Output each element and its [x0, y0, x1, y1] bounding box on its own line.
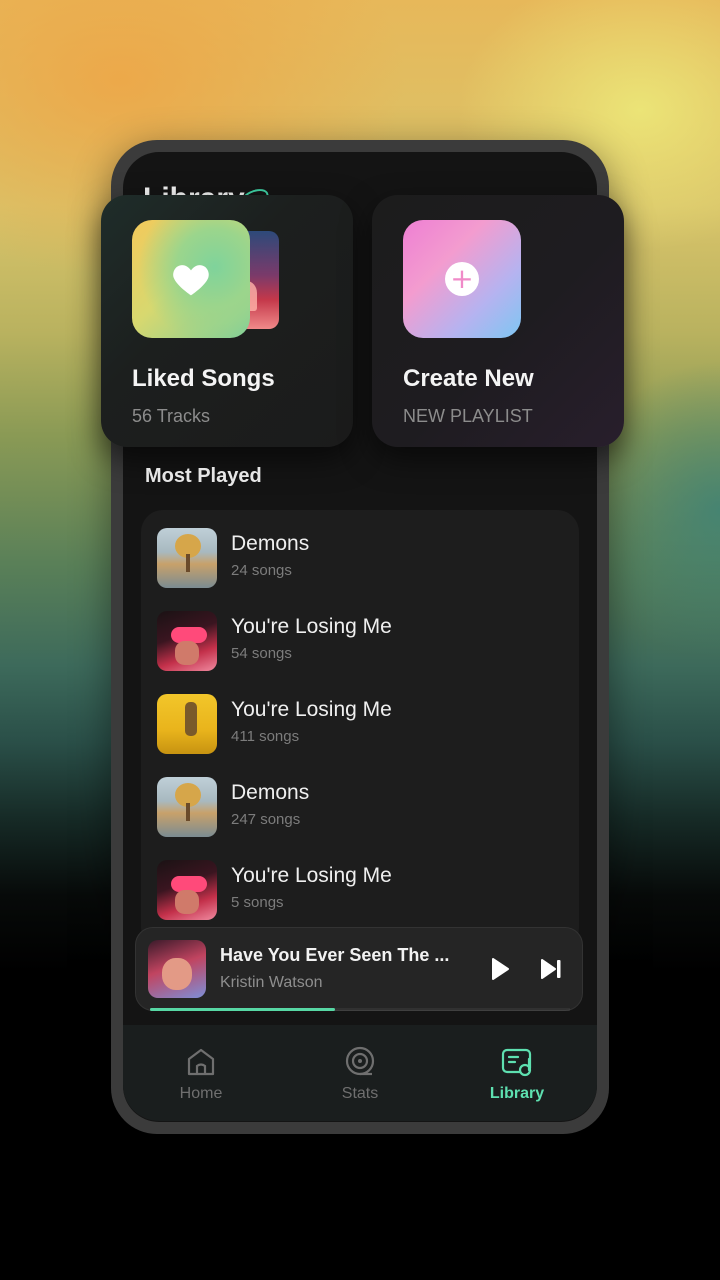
list-item[interactable]: You're Losing Me 5 songs — [157, 860, 557, 922]
now-playing-title: Have You Ever Seen The ... — [220, 945, 450, 965]
album-thumbnail — [157, 860, 217, 920]
track-song-count: 247 songs — [231, 811, 301, 828]
playback-progress-bar[interactable] — [150, 1008, 570, 1011]
play-button[interactable] — [488, 956, 512, 982]
home-icon — [187, 1048, 215, 1076]
playback-progress-fill — [150, 1008, 335, 1011]
nav-item-library[interactable]: Library — [457, 1025, 577, 1121]
track-song-count: 411 songs — [231, 728, 300, 745]
liked-songs-cover — [132, 220, 250, 338]
now-playing-artist: Kristin Watson — [220, 974, 323, 991]
track-song-count: 5 songs — [231, 894, 284, 911]
liked-songs-title: Liked Songs — [132, 365, 275, 392]
most-played-list: Demons 24 songs You're Losing Me 54 song… — [141, 510, 579, 950]
play-icon — [492, 958, 509, 980]
list-item[interactable]: You're Losing Me 411 songs — [157, 694, 557, 756]
liked-songs-count: 56 Tracks — [132, 406, 211, 426]
list-item[interactable]: Demons 24 songs — [157, 528, 557, 590]
nav-item-home[interactable]: Home — [141, 1025, 261, 1121]
library-icon — [501, 1048, 532, 1077]
album-thumbnail — [157, 528, 217, 588]
mini-player[interactable]: Have You Ever Seen The ... Kristin Watso… — [135, 927, 583, 1011]
create-playlist-card[interactable]: + Create New NEW PLAYLIST — [372, 195, 624, 447]
nav-label: Home — [179, 1085, 223, 1102]
nav-label: Library — [489, 1085, 545, 1102]
most-played-heading: Most Played — [145, 465, 262, 487]
create-new-title: Create New — [403, 365, 534, 392]
skip-next-icon — [541, 959, 561, 979]
now-playing-artwork — [148, 940, 206, 998]
album-thumbnail — [157, 777, 217, 837]
track-song-count: 54 songs — [231, 645, 292, 662]
track-title: You're Losing Me — [231, 615, 392, 638]
stats-icon — [345, 1046, 375, 1076]
track-title: Demons — [231, 532, 310, 555]
track-title: Demons — [231, 781, 310, 804]
list-item[interactable]: Demons 247 songs — [157, 777, 557, 839]
heart-icon — [173, 265, 209, 296]
track-title: You're Losing Me — [231, 864, 392, 887]
list-item[interactable]: You're Losing Me 54 songs — [157, 611, 557, 673]
next-button[interactable] — [538, 956, 564, 982]
create-new-subtitle: NEW PLAYLIST — [403, 406, 533, 426]
track-title: You're Losing Me — [231, 698, 392, 721]
album-thumbnail — [157, 694, 217, 754]
bottom-nav: Home Stats Library — [123, 1025, 597, 1121]
nav-label: Stats — [341, 1085, 379, 1102]
track-song-count: 24 songs — [231, 562, 292, 579]
liked-songs-card[interactable]: Liked Songs 56 Tracks — [101, 195, 353, 447]
nav-item-stats[interactable]: Stats — [300, 1025, 420, 1121]
plus-icon: + — [445, 262, 479, 296]
create-playlist-cover: + — [403, 220, 521, 338]
album-thumbnail — [157, 611, 217, 671]
